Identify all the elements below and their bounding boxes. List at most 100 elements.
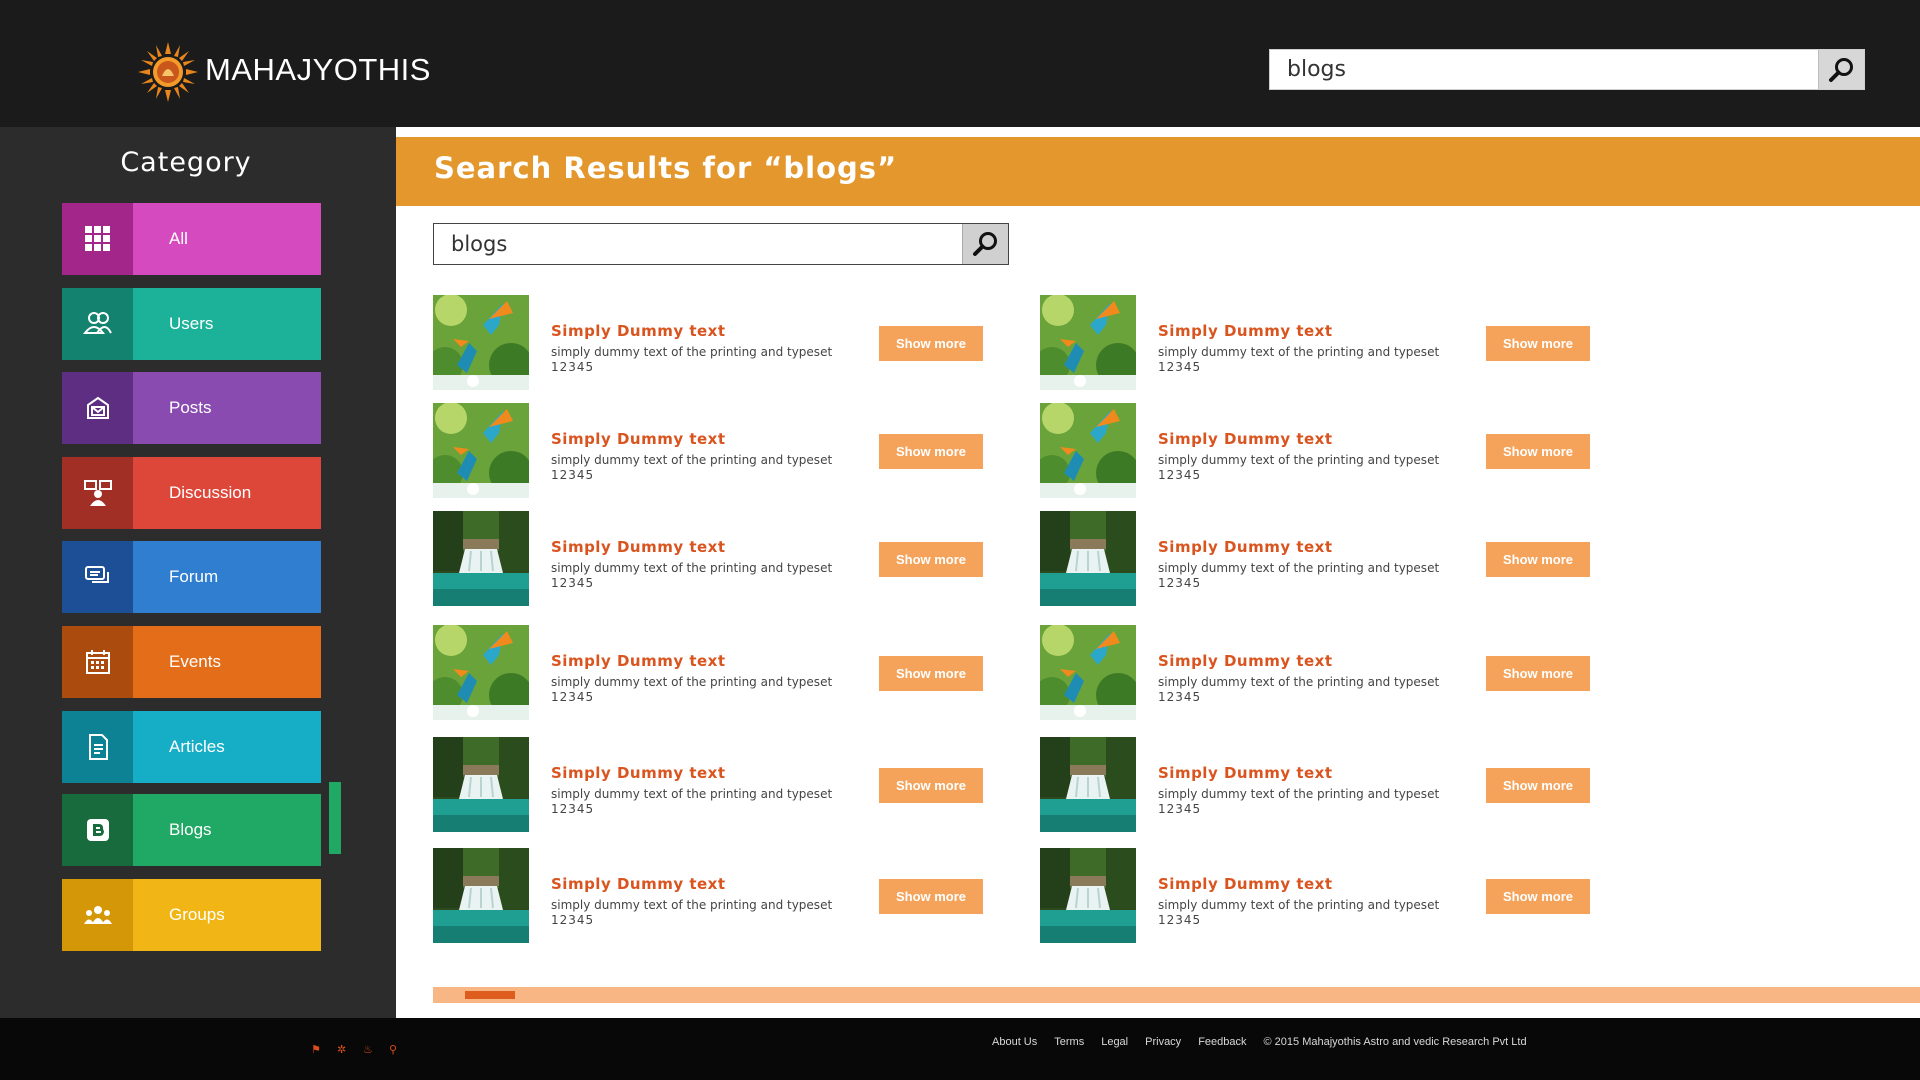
result-thumbnail[interactable] [1040, 625, 1136, 720]
result-thumbnail[interactable] [433, 511, 529, 606]
search-icon [972, 232, 997, 256]
show-more-button[interactable]: Show more [1486, 656, 1590, 691]
result-title[interactable]: Simply Dummy text [551, 875, 726, 893]
show-more-button[interactable]: Show more [1486, 768, 1590, 803]
groups-icon [62, 879, 133, 951]
results-search-input[interactable] [434, 224, 962, 264]
result-thumbnail[interactable] [433, 625, 529, 720]
result-number: 12345 [551, 360, 595, 374]
category-forum[interactable]: Forum [62, 541, 321, 613]
scrollbar-thumb[interactable] [465, 991, 515, 999]
result-thumbnail[interactable] [1040, 295, 1136, 390]
footer-link-about[interactable]: About Us [992, 1036, 1037, 1048]
mail-icon [62, 372, 133, 444]
result-thumbnail[interactable] [1040, 403, 1136, 498]
flag-icon[interactable]: ⚑ [311, 1043, 321, 1056]
header-search-input[interactable] [1270, 50, 1818, 89]
result-description: simply dummy text of the printing and ty… [551, 675, 833, 689]
results-search-button[interactable] [962, 224, 1008, 264]
footer: ⚑ ✲ ♨ ⚲ About Us Terms Legal Privacy Fee… [0, 1018, 1920, 1080]
result-card: Simply Dummy text simply dummy text of th… [433, 737, 1013, 833]
header-search-button[interactable] [1818, 50, 1864, 89]
result-number: 12345 [1158, 913, 1202, 927]
result-title[interactable]: Simply Dummy text [1158, 322, 1333, 340]
top-header: MAHAJYOTHIS [0, 0, 1920, 127]
result-thumbnail[interactable] [433, 848, 529, 943]
category-events[interactable]: Events [62, 626, 321, 698]
result-title[interactable]: Simply Dummy text [551, 652, 726, 670]
category-label: Users [133, 288, 321, 360]
result-title[interactable]: Simply Dummy text [551, 764, 726, 782]
result-description: simply dummy text of the printing and ty… [1158, 345, 1440, 359]
result-description: simply dummy text of the printing and ty… [551, 898, 833, 912]
result-title[interactable]: Simply Dummy text [551, 538, 726, 556]
gear-icon[interactable]: ✲ [337, 1043, 346, 1056]
users-icon [62, 288, 133, 360]
discussion-icon [62, 457, 133, 529]
result-card: Simply Dummy text simply dummy text of th… [433, 848, 1013, 944]
category-label: Events [133, 626, 321, 698]
result-thumbnail[interactable] [1040, 511, 1136, 606]
result-card: Simply Dummy text simply dummy text of th… [1040, 848, 1620, 944]
result-number: 12345 [1158, 468, 1202, 482]
calendar-icon [62, 626, 133, 698]
show-more-button[interactable]: Show more [1486, 879, 1590, 914]
header-search [1269, 49, 1865, 90]
category-label: Discussion [133, 457, 321, 529]
category-label: Forum [133, 541, 321, 613]
footer-link-legal[interactable]: Legal [1101, 1036, 1128, 1048]
result-description: simply dummy text of the printing and ty… [1158, 453, 1440, 467]
category-articles[interactable]: Articles [62, 711, 321, 783]
horizontal-scrollbar[interactable] [433, 987, 1920, 1003]
category-discussion[interactable]: Discussion [62, 457, 321, 529]
show-more-button[interactable]: Show more [879, 656, 983, 691]
brand-name[interactable]: MAHAJYOTHIS [205, 52, 431, 88]
fire-icon[interactable]: ♨ [363, 1043, 373, 1056]
logo-icon[interactable] [138, 42, 198, 102]
result-title[interactable]: Simply Dummy text [551, 322, 726, 340]
result-description: simply dummy text of the printing and ty… [1158, 561, 1440, 575]
result-title[interactable]: Simply Dummy text [551, 430, 726, 448]
search-icon[interactable]: ⚲ [389, 1043, 397, 1056]
category-posts[interactable]: Posts [62, 372, 321, 444]
result-card: Simply Dummy text simply dummy text of th… [1040, 295, 1620, 391]
footer-link-terms[interactable]: Terms [1054, 1036, 1084, 1048]
search-icon [1828, 57, 1853, 82]
result-thumbnail[interactable] [433, 295, 529, 390]
result-description: simply dummy text of the printing and ty… [1158, 787, 1440, 801]
show-more-button[interactable]: Show more [879, 768, 983, 803]
result-title[interactable]: Simply Dummy text [1158, 430, 1333, 448]
category-groups[interactable]: Groups [62, 879, 321, 951]
show-more-button[interactable]: Show more [879, 434, 983, 469]
category-blogs[interactable]: Blogs [62, 794, 321, 866]
show-more-button[interactable]: Show more [879, 326, 983, 361]
show-more-button[interactable]: Show more [1486, 326, 1590, 361]
category-sidebar: Category All Users Posts Discussion Forum Eve… [0, 127, 396, 1018]
category-users[interactable]: Users [62, 288, 321, 360]
main-top-divider [396, 127, 1920, 137]
result-thumbnail[interactable] [433, 737, 529, 832]
result-number: 12345 [551, 576, 595, 590]
show-more-button[interactable]: Show more [879, 542, 983, 577]
blogger-icon [62, 794, 133, 866]
footer-link-privacy[interactable]: Privacy [1145, 1036, 1181, 1048]
result-number: 12345 [551, 690, 595, 704]
footer-link-feedback[interactable]: Feedback [1198, 1036, 1246, 1048]
result-thumbnail[interactable] [1040, 737, 1136, 832]
category-label: Groups [133, 879, 321, 951]
result-description: simply dummy text of the printing and ty… [551, 345, 833, 359]
show-more-button[interactable]: Show more [1486, 542, 1590, 577]
result-title[interactable]: Simply Dummy text [1158, 652, 1333, 670]
show-more-button[interactable]: Show more [879, 879, 983, 914]
result-description: simply dummy text of the printing and ty… [551, 453, 833, 467]
result-title[interactable]: Simply Dummy text [1158, 764, 1333, 782]
result-title[interactable]: Simply Dummy text [1158, 875, 1333, 893]
result-title[interactable]: Simply Dummy text [1158, 538, 1333, 556]
results-header: Search Results for “blogs” [396, 137, 1920, 206]
result-card: Simply Dummy text simply dummy text of th… [433, 511, 1013, 607]
result-thumbnail[interactable] [1040, 848, 1136, 943]
category-all[interactable]: All [62, 203, 321, 275]
result-description: simply dummy text of the printing and ty… [1158, 675, 1440, 689]
result-thumbnail[interactable] [433, 403, 529, 498]
show-more-button[interactable]: Show more [1486, 434, 1590, 469]
